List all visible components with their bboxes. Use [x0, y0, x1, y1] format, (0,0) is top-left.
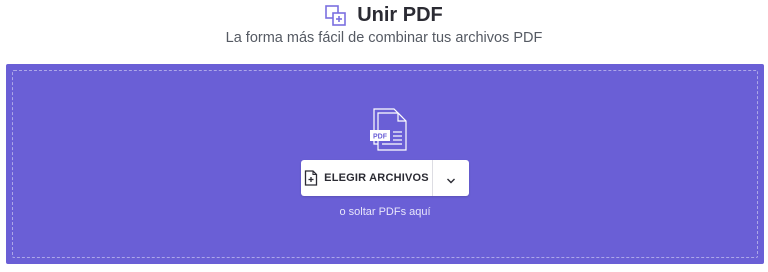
choose-files-button-group: ELEGIR ARCHIVOS: [301, 160, 469, 196]
merge-pdf-icon: [325, 4, 347, 27]
upload-options-dropdown[interactable]: [433, 160, 469, 196]
page-header: Unir PDF La forma más fácil de combinar …: [0, 0, 768, 64]
page-title: Unir PDF: [357, 4, 443, 26]
title-row: Unir PDF: [0, 4, 768, 27]
pdf-graphic-label: PDF: [373, 134, 388, 141]
chevron-down-icon: [446, 173, 456, 184]
choose-files-button[interactable]: ELEGIR ARCHIVOS: [301, 160, 432, 196]
page-subtitle: La forma más fácil de combinar tus archi…: [225, 30, 543, 46]
add-document-icon: [304, 170, 318, 186]
choose-files-label: ELEGIR ARCHIVOS: [324, 172, 429, 184]
file-drop-zone[interactable]: PDF ELEGIR ARCHIVOS o soltar PDFs aquí: [6, 64, 764, 264]
drop-hint-text: o soltar PDFs aquí: [339, 206, 431, 218]
pdf-files-icon: PDF: [366, 106, 414, 154]
